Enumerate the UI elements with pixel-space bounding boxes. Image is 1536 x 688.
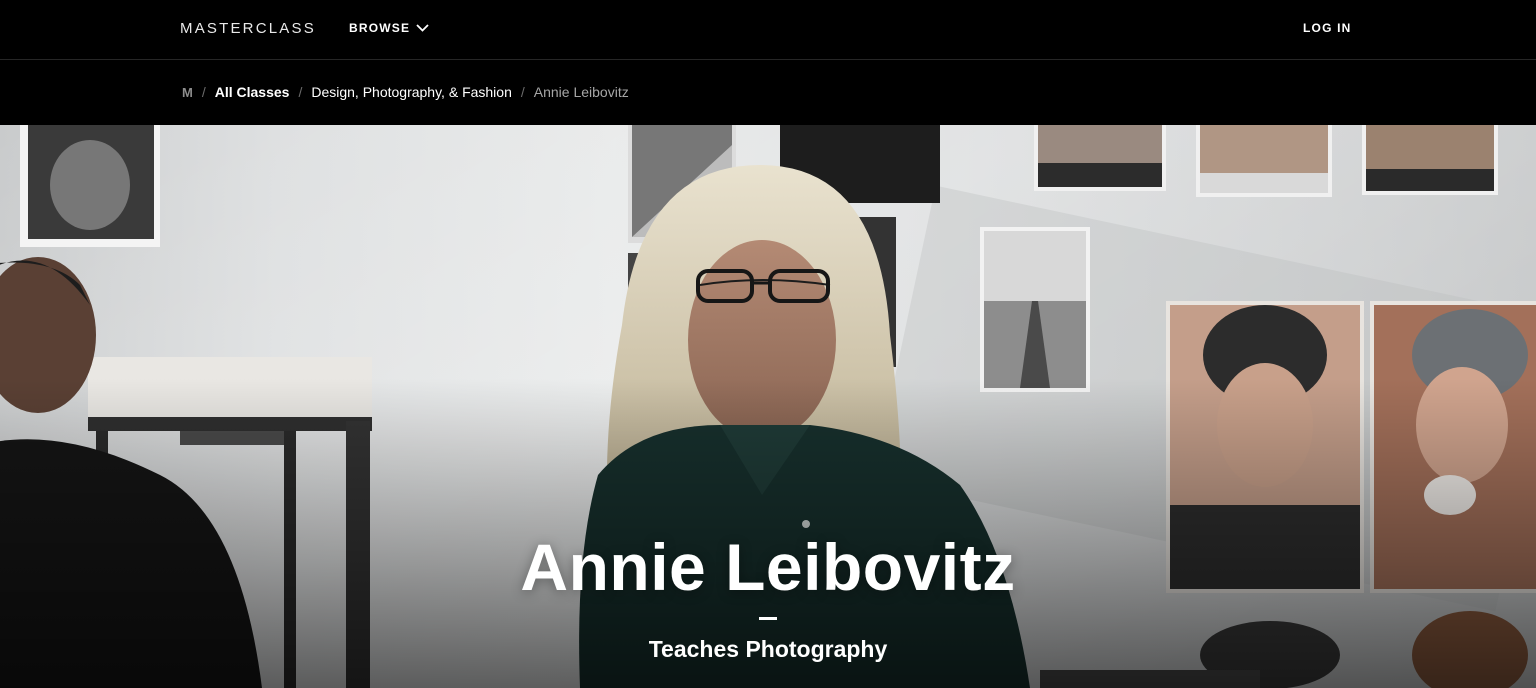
instructor-name: Annie Leibovitz [520,530,1016,604]
browse-label: BROWSE [349,21,411,35]
browse-menu-button[interactable]: BROWSE [349,21,429,35]
breadcrumb: M / All Classes / Design, Photography, &… [182,84,629,100]
top-nav: MASTERCLASS BROWSE LOG IN [0,0,1536,60]
breadcrumb-home-icon[interactable]: M [182,85,193,100]
breadcrumb-current-page: Annie Leibovitz [533,84,629,100]
hero-banner: Annie Leibovitz Teaches Photography [0,125,1536,688]
breadcrumb-all-classes[interactable]: All Classes [215,84,290,100]
breadcrumb-category[interactable]: Design, Photography, & Fashion [311,84,512,100]
chevron-down-icon [416,24,429,32]
breadcrumb-separator: / [520,84,525,100]
breadcrumb-separator: / [298,84,303,100]
breadcrumb-separator: / [201,84,206,100]
masterclass-logo[interactable]: MASTERCLASS [180,20,316,37]
title-divider [759,617,777,620]
breadcrumb-bar: M / All Classes / Design, Photography, &… [0,61,1536,125]
login-button[interactable]: LOG IN [1303,21,1352,35]
class-subtitle: Teaches Photography [648,636,888,662]
